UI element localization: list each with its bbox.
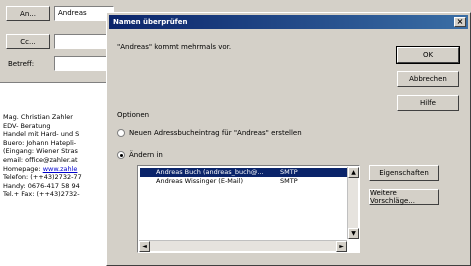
signature-line: Telefon: (++43)2732-77 [3,173,82,182]
subject-field[interactable] [54,56,114,71]
ok-button[interactable]: OK [396,46,460,64]
dialog-title: Namen überprüfen [113,18,188,26]
list-item[interactable]: Andreas Wissinger (E-Mail) SMTP [140,177,348,186]
subject-label: Betreff: [8,60,35,68]
properties-button[interactable]: Eigenschaften [369,165,439,181]
horizontal-scrollbar[interactable]: ◄ ► [139,240,347,252]
signature-line: Handel mit Hard- und S [3,130,80,139]
to-button[interactable]: An... [6,6,50,21]
signature-line: Mag. Christian Zahler [3,113,73,121]
list-item-name: Andreas Buch (andreas_buch@... [156,168,264,176]
more-names-button[interactable]: Weitere Vorschläge... [369,189,439,205]
to-field[interactable]: Andreas [54,6,114,21]
vertical-scrollbar[interactable]: ▲ ▼ [347,167,359,239]
message-body[interactable]: Mag. Christian Zahler EDV- Beratung Hand… [0,82,112,266]
homepage-label: Homepage: [3,164,43,173]
signature-line: EDV- Beratung [3,121,51,130]
names-listbox[interactable]: Andreas Buch (andreas_buch@... SMTP Andr… [137,165,360,253]
cc-button[interactable]: Cc... [6,34,50,49]
scroll-up-icon[interactable]: ▲ [348,167,359,178]
signature-line: Tel.+ Fax: (++43)2732- [3,190,80,199]
list-item-type: SMTP [280,177,298,185]
cc-field[interactable] [54,34,114,49]
scroll-right-icon[interactable]: ► [336,241,347,252]
homepage-link[interactable]: www.zahle [43,165,78,173]
scroll-down-icon[interactable]: ▼ [348,228,359,239]
option-create-entry[interactable]: Neuen Adressbucheintrag für "Andreas" er… [117,129,302,137]
option-change-label: Ändern in [129,151,163,159]
signature-line: (Eingang: Wiener Stras [3,147,78,156]
option-create-label: Neuen Adressbucheintrag für "Andreas" er… [129,129,302,137]
list-item-name: Andreas Wissinger (E-Mail) [156,177,244,185]
signature-line: Homepage: www.zahle [3,165,111,174]
option-change-to[interactable]: Ändern in [117,151,163,159]
scroll-left-icon[interactable]: ◄ [139,241,150,252]
help-button[interactable]: Hilfe [397,95,459,111]
radio-selected-icon[interactable] [117,151,125,159]
signature-line: Handy: 0676-417 58 94 [3,181,80,190]
options-label: Optionen [117,111,150,119]
signature: Mag. Christian Zahler EDV- Beratung Hand… [3,113,111,199]
radio-icon[interactable] [117,129,125,137]
dialog-titlebar: Namen überprüfen × [109,15,468,29]
list-item-type: SMTP [280,168,298,176]
signature-line: Buero: Johann Hatepli- [3,138,77,147]
signature-line: email: office@zahler.at [3,155,78,164]
list-item[interactable]: Andreas Buch (andreas_buch@... SMTP [140,168,348,177]
check-names-dialog: Namen überprüfen × "Andreas" kommt mehrm… [106,12,471,266]
close-icon[interactable]: × [454,17,466,27]
cancel-button[interactable]: Abbrechen [397,71,459,87]
dialog-message: "Andreas" kommt mehrmals vor. [117,43,232,51]
